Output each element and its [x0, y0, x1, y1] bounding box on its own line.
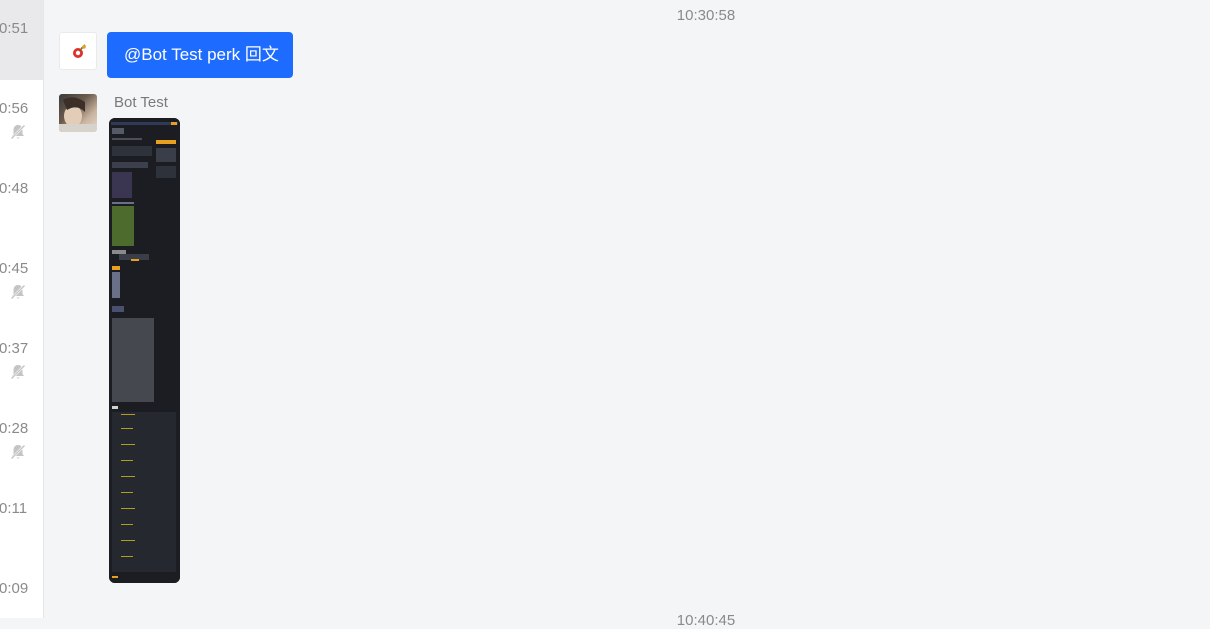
conversation-list: 0:51 0:56 0:48 0:45 0:37 0:28 0:11 0:09 — [0, 0, 44, 618]
outgoing-message-bubble[interactable]: @Bot Test perk 回文 — [107, 32, 293, 78]
mute-bell-icon — [10, 444, 26, 460]
screenshot-thumbnail-icon — [109, 118, 180, 583]
conversation-time: 0:11 — [0, 500, 28, 517]
conversation-item[interactable]: 0:51 — [0, 0, 43, 80]
mute-bell-icon — [10, 124, 26, 140]
self-avatar[interactable] — [59, 32, 97, 70]
conversation-item[interactable]: 0:45 — [0, 240, 43, 320]
conversation-item[interactable]: 0:48 — [0, 160, 43, 240]
conversation-time: 0:09 — [0, 580, 29, 597]
user-photo-icon — [59, 97, 97, 132]
chat-area: 10:30:58 @Bot Test perk 回文 Bot Test 10:4… — [44, 0, 1210, 629]
conversation-item[interactable]: 0:37 — [0, 320, 43, 400]
conversation-item[interactable]: 0:11 — [0, 480, 43, 560]
app-logo-icon — [73, 44, 86, 58]
conversation-time: 0:28 — [0, 420, 29, 437]
bot-avatar[interactable] — [59, 94, 97, 132]
conversation-item[interactable]: 0:09 — [0, 560, 43, 618]
sender-name: Bot Test — [114, 94, 168, 111]
conversation-item[interactable]: 0:28 — [0, 400, 43, 480]
conversation-item[interactable]: 0:56 — [0, 80, 43, 160]
conversation-time: 0:56 — [0, 100, 29, 117]
conversation-time: 0:51 — [0, 20, 29, 37]
mute-bell-icon — [10, 284, 26, 300]
message-timestamp: 10:40:45 — [676, 612, 736, 629]
mute-bell-icon — [10, 364, 26, 380]
message-timestamp: 10:30:58 — [676, 7, 736, 24]
image-message[interactable] — [109, 118, 180, 583]
conversation-time: 0:37 — [0, 340, 29, 357]
conversation-time: 0:45 — [0, 260, 29, 277]
conversation-time: 0:48 — [0, 180, 29, 197]
